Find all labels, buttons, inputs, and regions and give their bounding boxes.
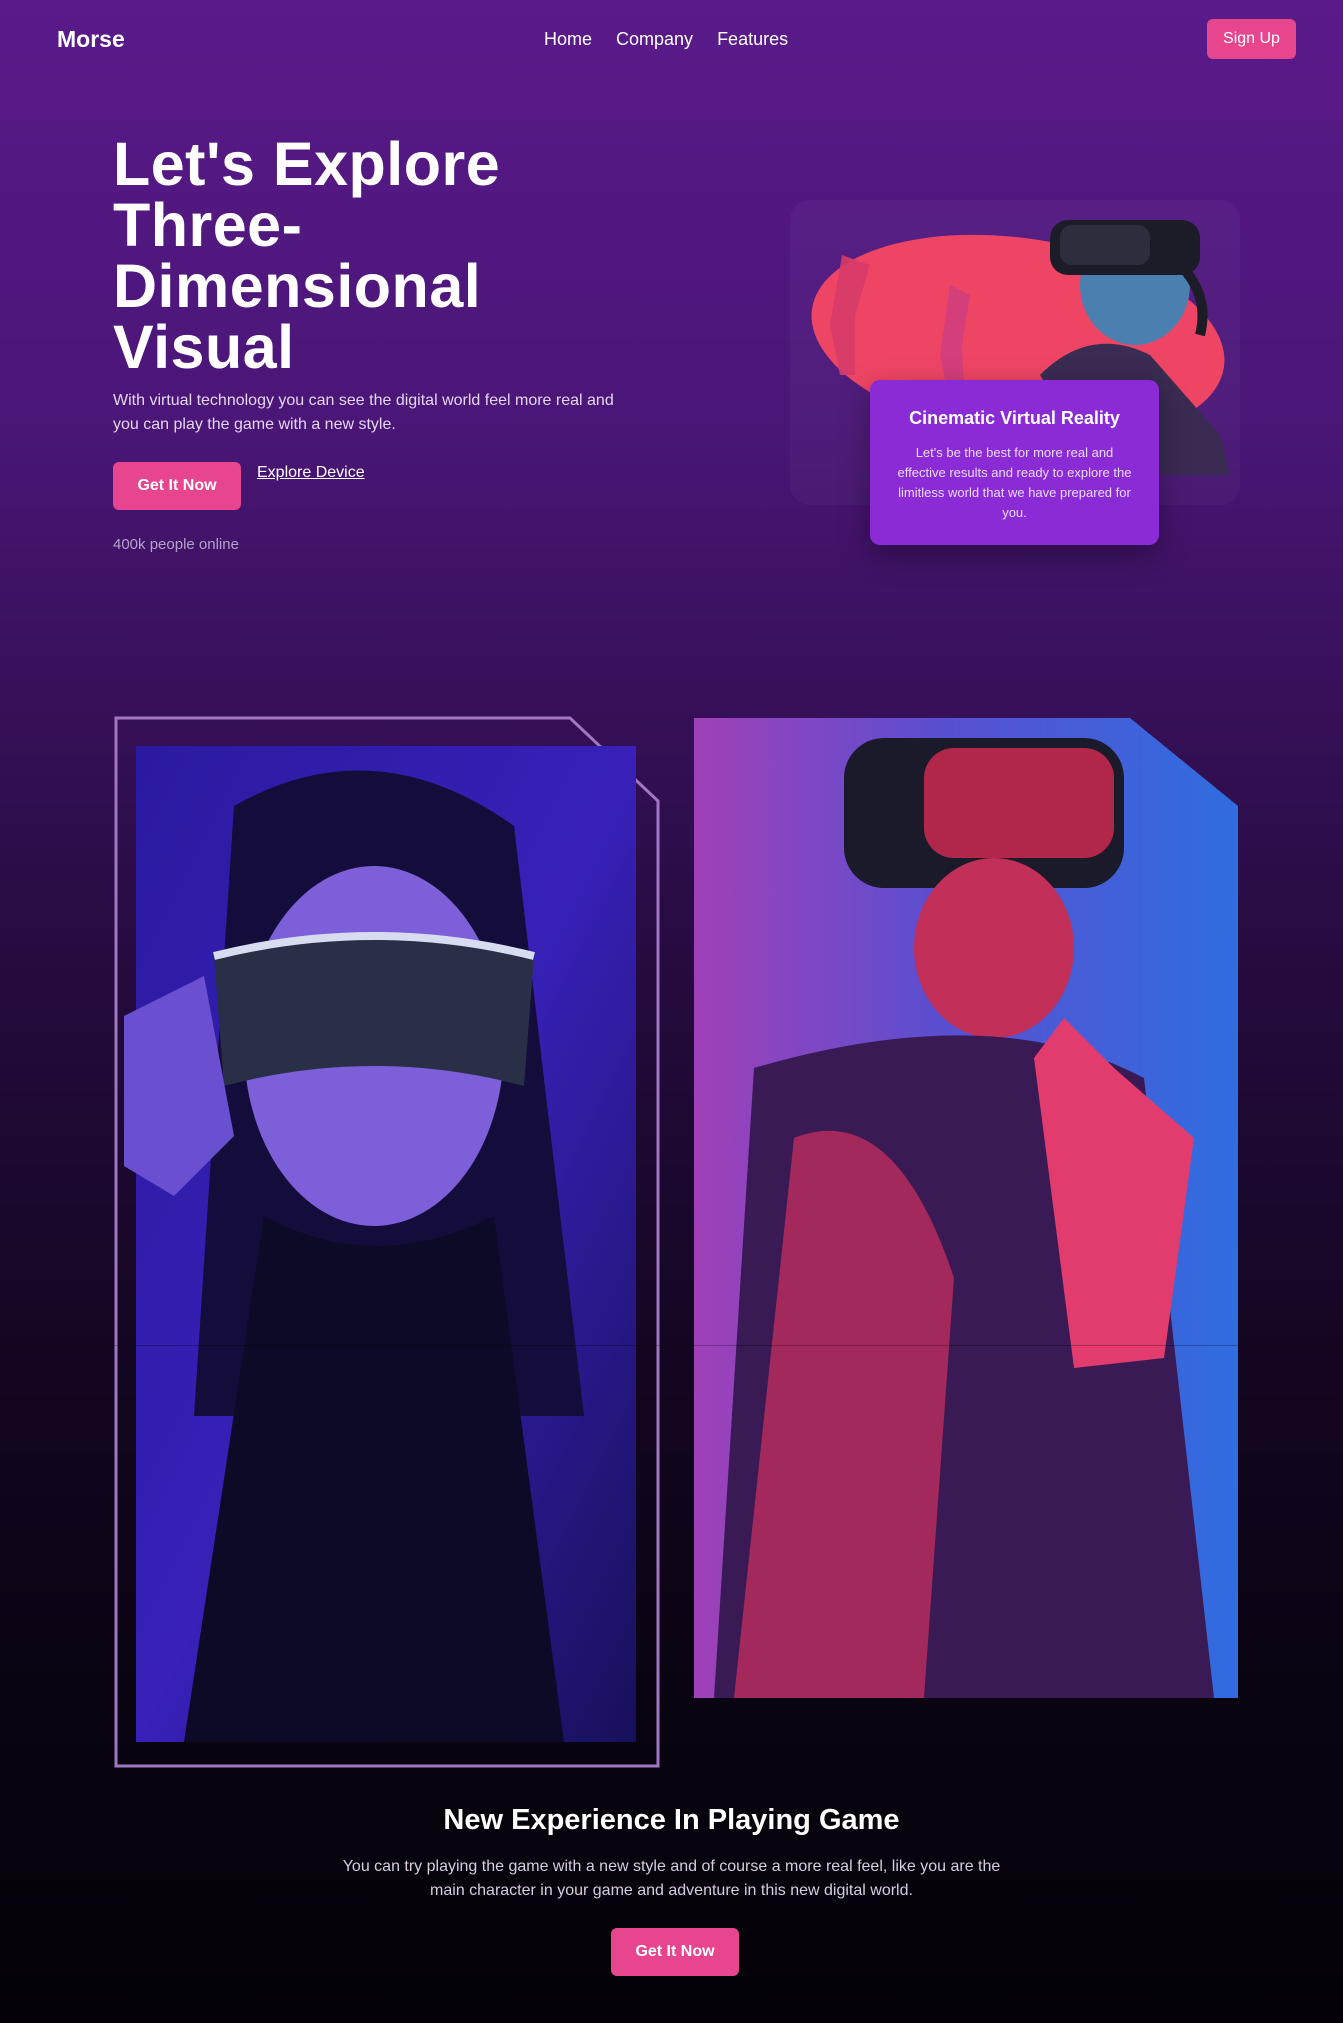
signup-button[interactable]: Sign Up bbox=[1207, 19, 1296, 59]
online-count: 400k people online bbox=[113, 536, 239, 553]
top-nav: Morse Home Company Features Sign Up bbox=[0, 0, 1343, 80]
woman-visor-image bbox=[114, 716, 660, 1768]
man-vr-headset-image bbox=[694, 718, 1238, 1698]
feature-card-title: Cinematic Virtual Reality bbox=[909, 408, 1120, 428]
nav-link-home[interactable]: Home bbox=[544, 29, 592, 50]
nav-menu: Home Company Features bbox=[544, 29, 788, 50]
feature-card-text: Let's be the best for more real and effe… bbox=[897, 445, 1132, 520]
explore-device-link[interactable]: Explore Device bbox=[257, 464, 365, 482]
section-divider bbox=[0, 1345, 1343, 1346]
logo[interactable]: Morse bbox=[57, 26, 125, 53]
section-get-it-now-button[interactable]: Get It Now bbox=[611, 1928, 739, 1976]
feature-card: Cinematic Virtual Reality Let's be the b… bbox=[870, 380, 1159, 545]
section-text: You can try playing the game with a new … bbox=[342, 1858, 1001, 1899]
section-title: New Experience In Playing Game bbox=[443, 1804, 900, 1836]
nav-link-features[interactable]: Features bbox=[717, 29, 788, 50]
nav-link-company[interactable]: Company bbox=[616, 29, 693, 50]
hero-title: Let's Explore Three-Dimensional Visual bbox=[113, 130, 501, 381]
get-it-now-button[interactable]: Get It Now bbox=[113, 462, 241, 510]
hero-subtitle: With virtual technology you can see the … bbox=[113, 392, 614, 433]
